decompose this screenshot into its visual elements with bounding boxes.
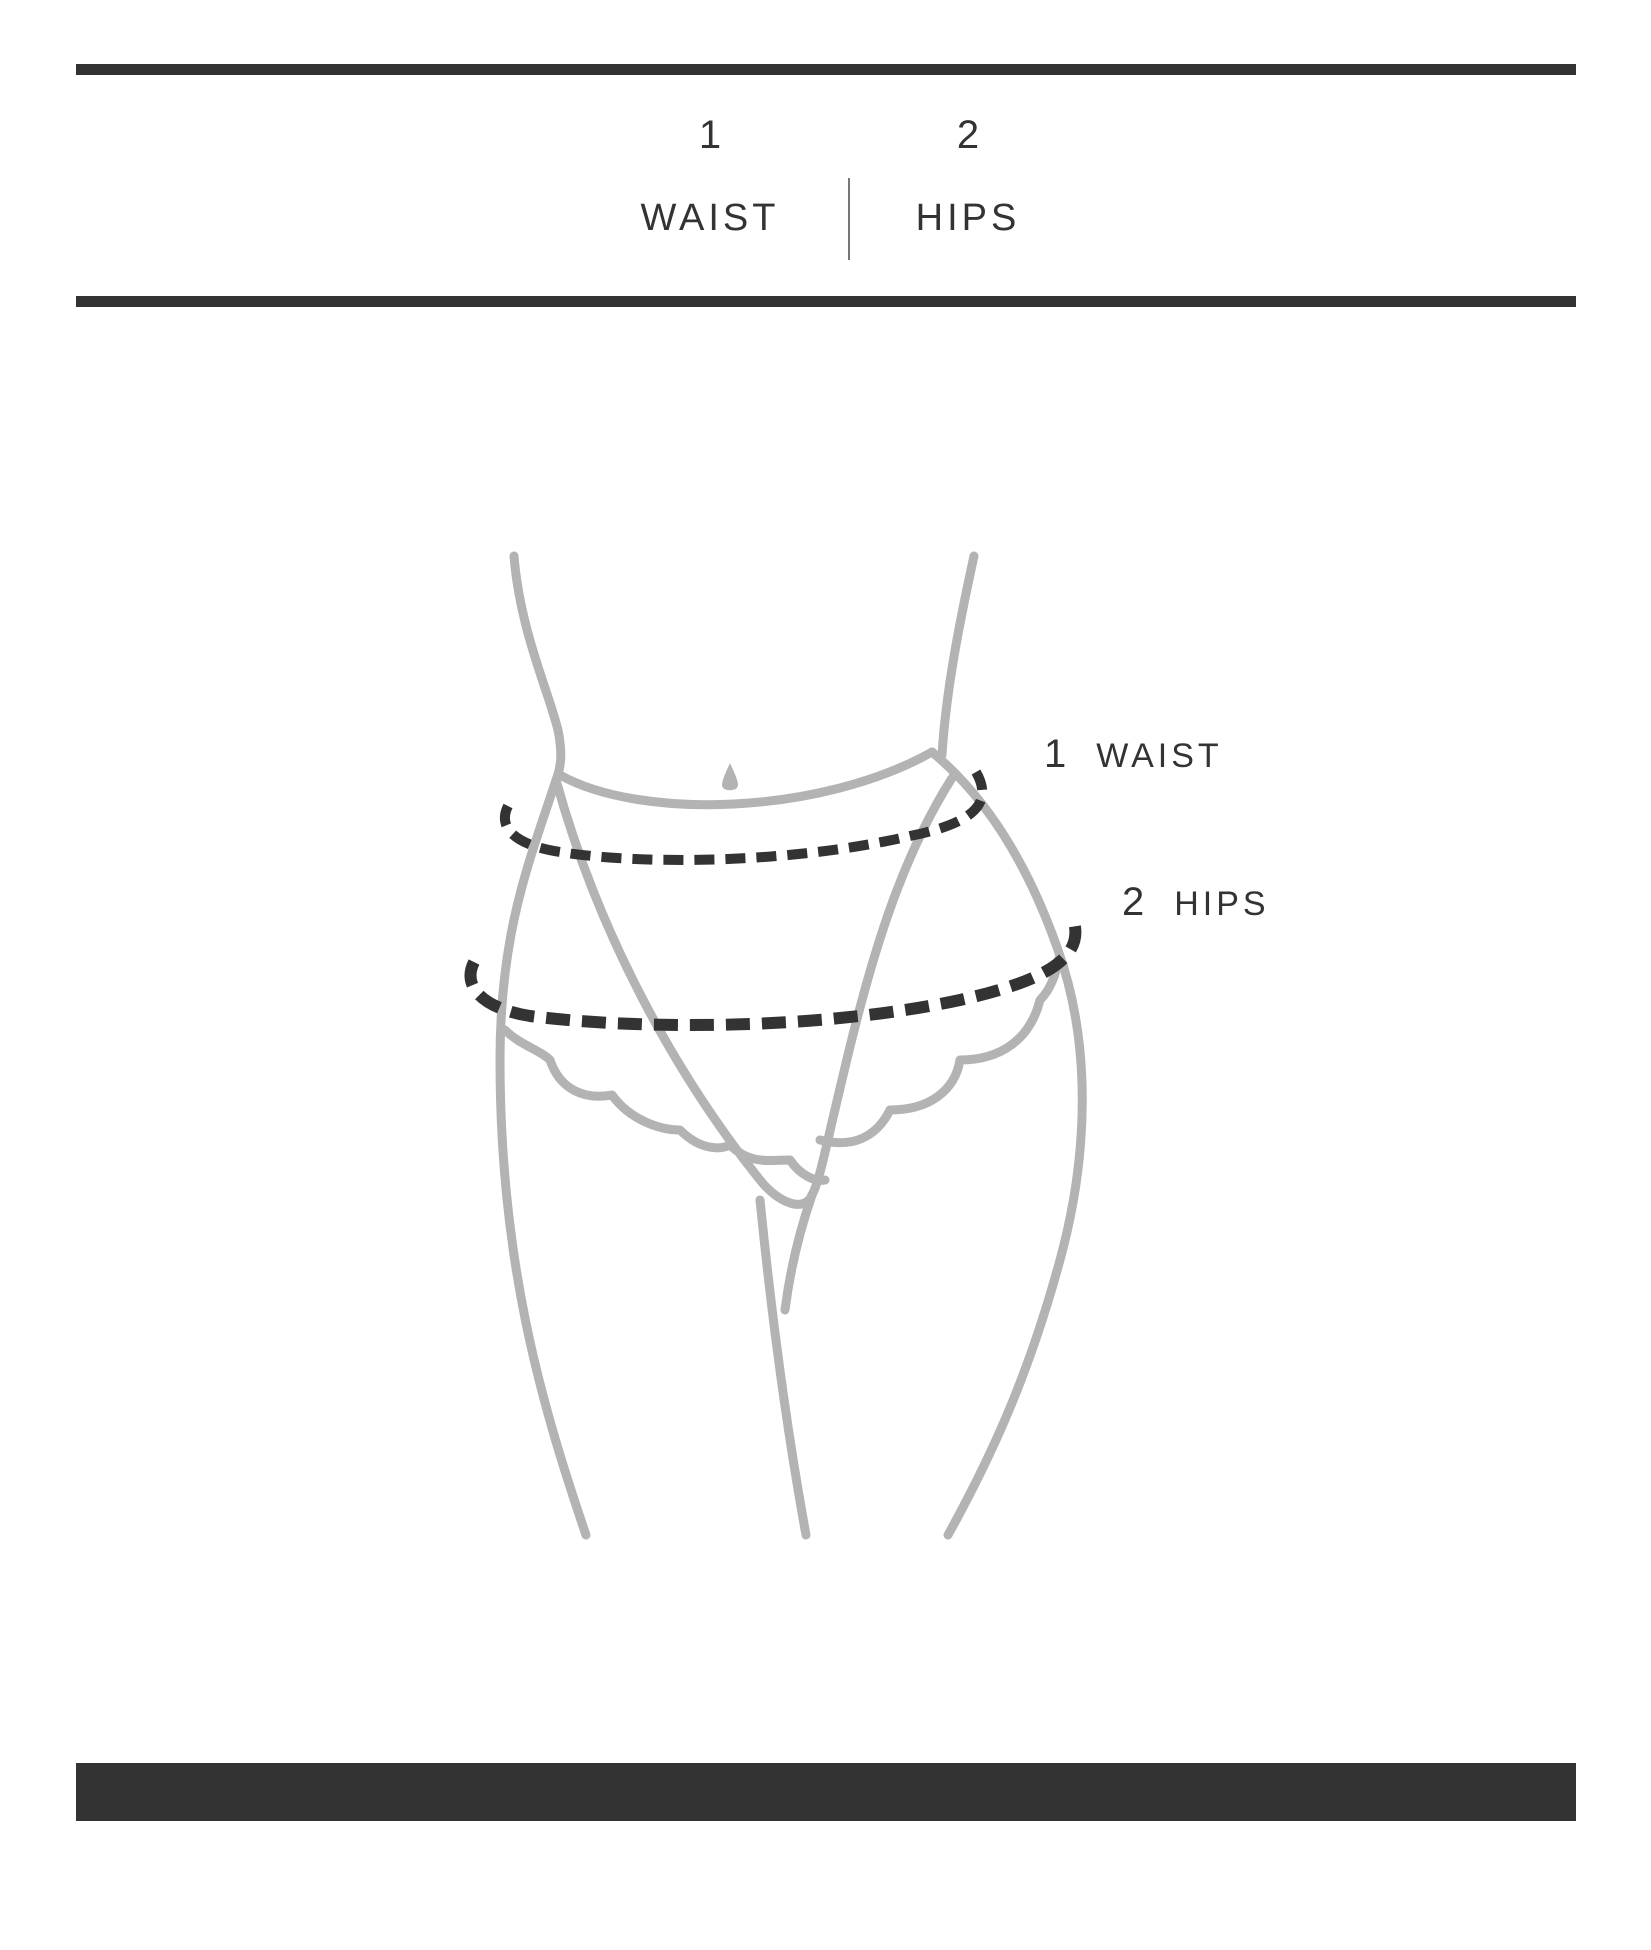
callout-waist: 1 WAIST (1044, 734, 1223, 776)
callout-waist-label: WAIST (1096, 737, 1223, 775)
brief-left-cut (551, 775, 817, 1209)
callout-hips-number: 2 (1122, 880, 1145, 924)
waistband-top (555, 747, 937, 810)
left-body-outline (495, 551, 591, 1540)
brief-scallop-hem (500, 955, 1063, 1185)
callout-hips-label: HIPS (1174, 885, 1270, 923)
body-measurement-figure (464, 551, 1087, 1540)
callout-hips: 2 HIPS (1122, 882, 1270, 924)
inner-thigh-right (780, 1190, 817, 1315)
callout-waist-number: 1 (1044, 732, 1067, 776)
navel-icon (722, 763, 738, 791)
right-torso-outline (937, 551, 979, 760)
hips-measure-line (464, 920, 1082, 1032)
bottom-bar (76, 1763, 1576, 1821)
